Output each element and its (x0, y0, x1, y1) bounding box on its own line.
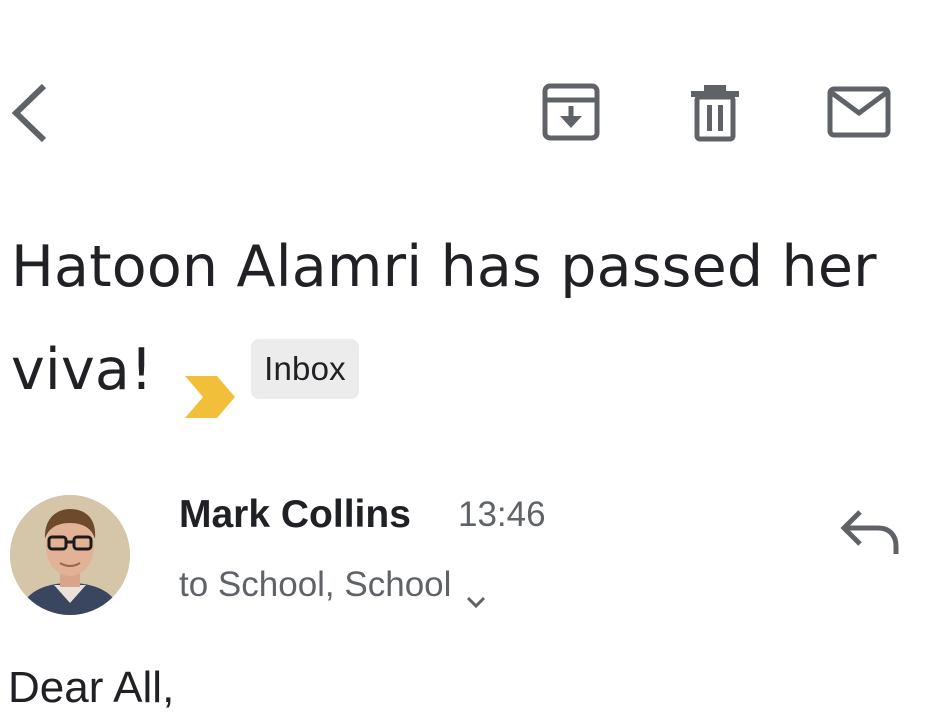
delete-button[interactable] (687, 82, 743, 142)
archive-button[interactable] (540, 82, 602, 142)
email-body-text: Dear All, (8, 663, 175, 712)
recipients-toggle[interactable]: to School, School (179, 562, 487, 609)
chevron-down-icon (465, 577, 487, 609)
reply-icon (840, 510, 899, 554)
sender-name[interactable]: Mark Collins (179, 490, 411, 540)
sent-time: 13:46 (458, 495, 546, 534)
mark-unread-button[interactable] (825, 84, 893, 140)
mail-icon (827, 86, 891, 138)
inbox-label-chip[interactable]: Inbox (251, 339, 359, 400)
trash-icon (691, 85, 739, 142)
chevron-left-icon (11, 83, 47, 143)
importance-marker-icon[interactable] (183, 348, 237, 419)
archive-icon (542, 83, 600, 141)
email-subject: Hatoon Alamri has passed her viva! (11, 234, 877, 403)
back-button[interactable] (6, 80, 52, 146)
avatar[interactable] (10, 495, 130, 615)
recipients-text: to School, School (179, 565, 452, 604)
email-subject-line: Hatoon Alamri has passed her viva! Inbox (11, 216, 936, 422)
reply-button[interactable] (838, 508, 902, 558)
